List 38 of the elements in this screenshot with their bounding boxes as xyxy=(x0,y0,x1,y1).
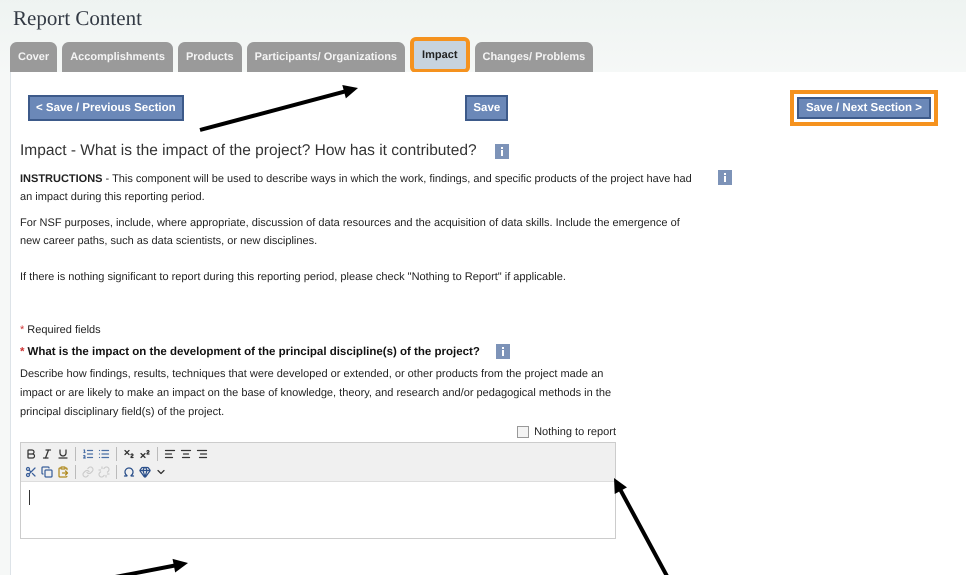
question-label: What is the impact on the development of the principal discipline(s) of the project? xyxy=(27,346,480,358)
page-title: Report Content xyxy=(13,6,143,31)
tab[interactable]: Changes/ Problems xyxy=(474,42,594,72)
checkbox[interactable] xyxy=(517,426,530,438)
section-heading: Impact - What is the impact of the project? How has it contributed? xyxy=(20,142,477,160)
superscript-icon[interactable] xyxy=(139,448,151,460)
align-left-icon[interactable] xyxy=(164,448,176,460)
info-icon[interactable] xyxy=(718,170,732,185)
question-description: Describe how findings, results, techniques that were developed or extended, or other products from the project made an impact or are likely to make an impact on the base of knowledge, theory, and research and/or pedagogical methods in the principal disciplinary field(s) of the project. xyxy=(20,367,612,420)
align-right-icon[interactable] xyxy=(196,448,208,460)
underline-icon[interactable] xyxy=(57,448,69,460)
required-note: Required fields xyxy=(27,324,101,336)
info-icon[interactable] xyxy=(494,144,509,158)
instructions-text: INSTRUCTIONS - This component will be used to describe ways in which the work, findings, and specific products of the project have had an impact during this reporting period. xyxy=(20,172,693,205)
checkbox-label: Nothing to report xyxy=(534,426,616,438)
nav-button[interactable]: Save xyxy=(465,95,508,121)
scissors-icon[interactable] xyxy=(25,466,37,478)
bullet-list-icon[interactable] xyxy=(98,448,110,460)
copy-icon[interactable] xyxy=(41,466,53,478)
numbered-list-icon[interactable] xyxy=(82,448,94,460)
required-mark: * xyxy=(20,324,24,336)
subscript-icon[interactable] xyxy=(123,448,135,460)
instructions-text: If there is nothing significant to report during this reporting period, please check "Nothing to Report" if applicable. xyxy=(20,270,567,285)
info-icon[interactable] xyxy=(496,344,510,359)
tab[interactable]: Impact xyxy=(414,41,466,69)
align-center-icon[interactable] xyxy=(180,448,192,460)
tab[interactable]: Participants/ Organizations xyxy=(246,42,406,72)
bold-icon[interactable] xyxy=(25,448,37,460)
required-mark: * xyxy=(20,346,24,358)
tab[interactable]: Accomplishments xyxy=(62,42,173,72)
instructions-text: For NSF purposes, include, where appropriate, discussion of data resources and the acquisition of data skills. Include the emergence of new career paths, such as data scientists, or new disciplines. xyxy=(20,216,681,249)
nav-button[interactable]: < Save / Previous Section xyxy=(28,95,184,121)
italic-icon[interactable] xyxy=(41,448,53,460)
tab[interactable]: Cover xyxy=(10,42,58,72)
tab[interactable]: Products xyxy=(178,42,242,72)
omega-icon[interactable] xyxy=(123,466,135,478)
text-cursor xyxy=(29,490,30,505)
nav-button[interactable]: Save / Next Section > xyxy=(790,90,938,126)
